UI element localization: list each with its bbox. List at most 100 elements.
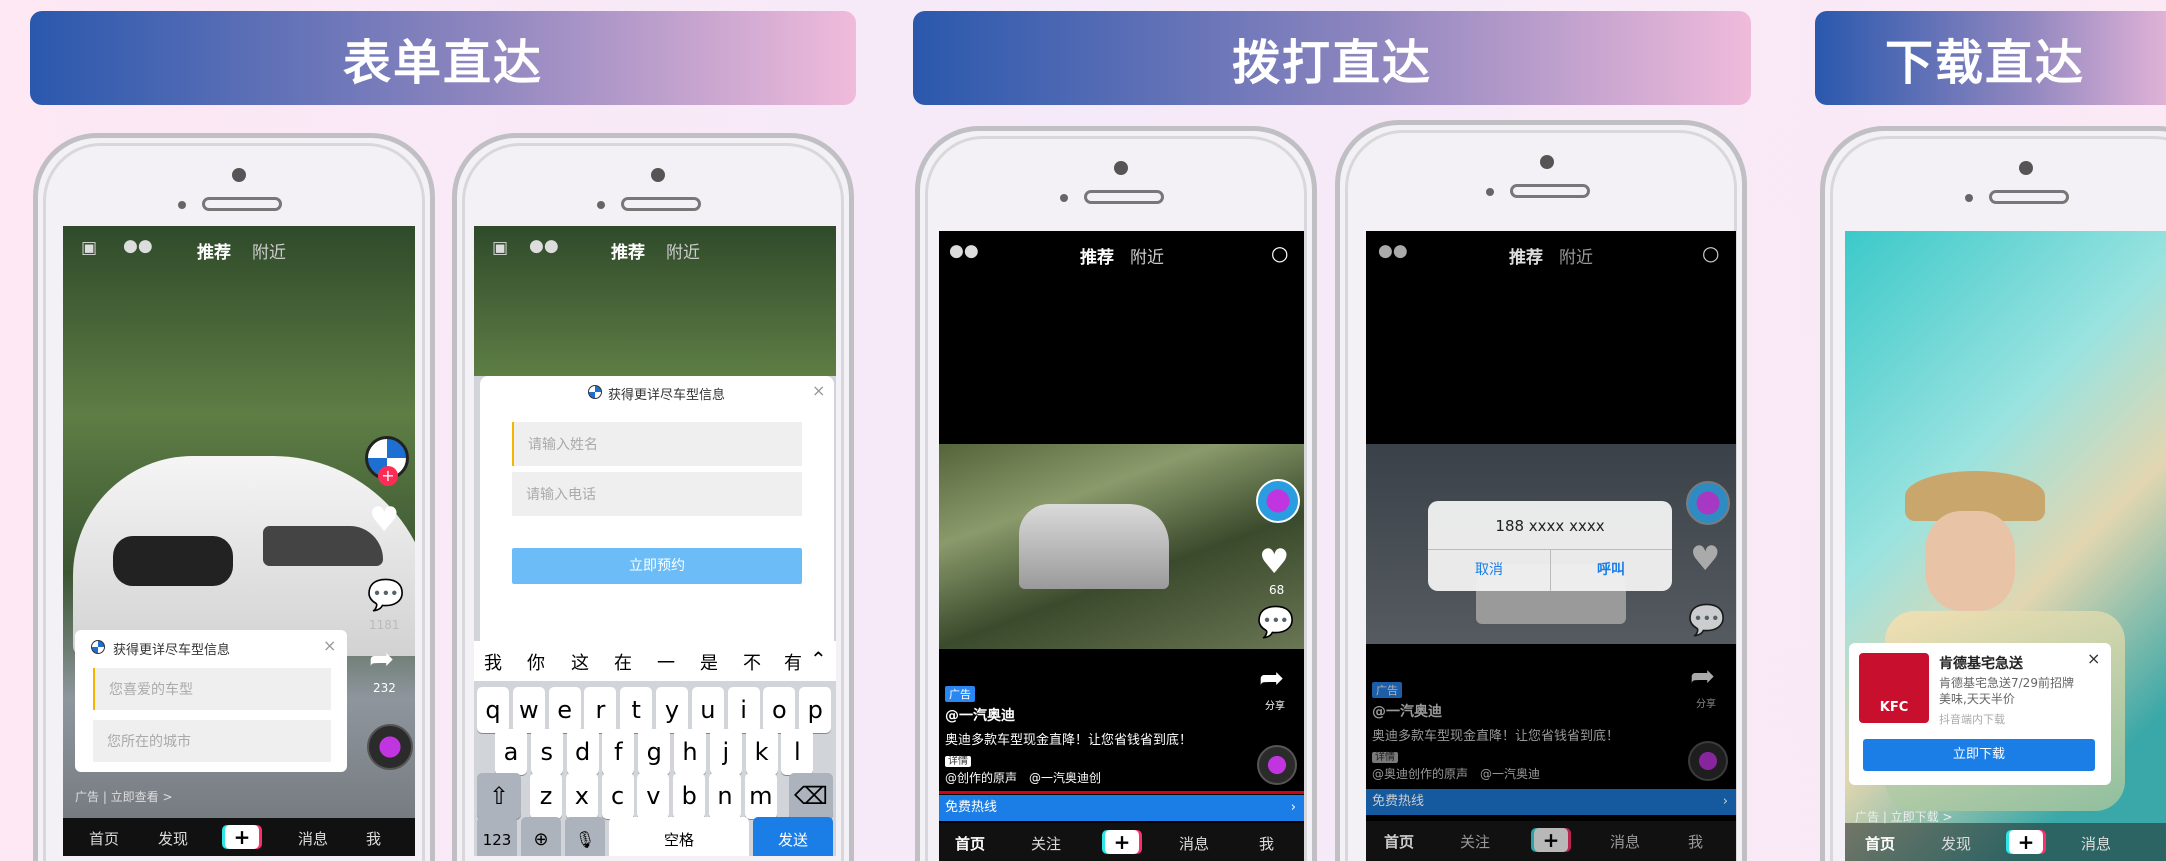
key-f[interactable]: f xyxy=(602,729,635,775)
comment-icon[interactable]: 💬 xyxy=(1257,605,1294,640)
nav-home[interactable]: 首页 xyxy=(89,828,119,849)
close-icon[interactable]: × xyxy=(323,636,336,655)
key-u[interactable]: u xyxy=(691,687,724,733)
music-disc-icon[interactable] xyxy=(1257,745,1297,785)
nav-me[interactable]: 我 xyxy=(366,828,381,849)
close-icon[interactable]: × xyxy=(2087,649,2100,668)
send-key[interactable]: 发送 xyxy=(753,817,833,856)
create-plus-button[interactable]: + xyxy=(1534,828,1568,852)
space-key[interactable]: 空格 xyxy=(609,817,749,856)
key-o[interactable]: o xyxy=(763,687,796,733)
ad-line[interactable]: 广告 | 立即查看 > xyxy=(75,788,173,805)
key-q[interactable]: q xyxy=(477,687,509,733)
backspace-key[interactable]: ⌫ xyxy=(789,773,833,819)
close-icon[interactable]: × xyxy=(812,381,825,400)
nav-home[interactable]: 首页 xyxy=(1865,833,1895,854)
share-icon[interactable]: ➦ xyxy=(369,642,394,677)
like-icon[interactable]: ♥ xyxy=(1690,541,1720,577)
live-icon[interactable]: ●● xyxy=(949,241,979,261)
camera-icon[interactable]: ▣ xyxy=(81,238,97,258)
tab-recommend[interactable]: 推荐 xyxy=(1080,243,1114,268)
key-b[interactable]: b xyxy=(673,773,706,819)
shift-key[interactable]: ⇧ xyxy=(477,773,521,819)
create-plus-button[interactable]: + xyxy=(225,825,259,849)
key-v[interactable]: v xyxy=(637,773,670,819)
numbers-key[interactable]: 123 xyxy=(477,817,517,856)
key-z[interactable]: z xyxy=(530,773,562,819)
download-button[interactable]: 立即下载 xyxy=(1863,739,2095,771)
like-icon[interactable]: ♥ xyxy=(1259,544,1289,580)
nav-messages[interactable]: 消息 xyxy=(1179,833,1209,854)
call-button[interactable]: 呼叫 xyxy=(1550,559,1672,579)
comment-icon[interactable]: 💬 xyxy=(367,578,404,613)
account-name[interactable]: @一汽奥迪 xyxy=(1372,701,1442,721)
phone-field[interactable]: 请输入电话 xyxy=(512,472,802,516)
avatar[interactable] xyxy=(1256,479,1300,523)
tab-nearby[interactable]: 附近 xyxy=(1130,243,1164,268)
key-d[interactable]: d xyxy=(566,729,599,775)
cancel-button[interactable]: 取消 xyxy=(1428,559,1550,579)
music-line[interactable]: @创作的原声 @一汽奥迪创 xyxy=(945,769,1101,786)
key-p[interactable]: p xyxy=(799,687,832,733)
tab-nearby[interactable]: 附近 xyxy=(666,238,700,263)
key-h[interactable]: h xyxy=(674,729,706,775)
key-k[interactable]: k xyxy=(745,729,778,775)
live-icon[interactable]: ●● xyxy=(1378,241,1408,261)
key-c[interactable]: c xyxy=(601,773,634,819)
music-line[interactable]: @奥迪创作的原声 @一汽奥迪 xyxy=(1372,765,1540,782)
create-plus-button[interactable]: + xyxy=(2009,830,2043,854)
car-model-field[interactable]: 您喜爱的车型 xyxy=(93,668,331,710)
create-plus-button[interactable]: + xyxy=(1105,830,1139,854)
key-y[interactable]: y xyxy=(656,687,688,733)
account-name[interactable]: @一汽奥迪 xyxy=(945,705,1015,725)
key-s[interactable]: s xyxy=(530,729,563,775)
nav-discover[interactable]: 发现 xyxy=(158,828,188,849)
share-icon[interactable]: ➦ xyxy=(1259,661,1284,696)
microphone-icon[interactable]: 🎙 xyxy=(565,817,605,856)
collapse-icon[interactable]: ⌃ xyxy=(810,647,827,671)
candidate-item[interactable]: 有 xyxy=(784,649,802,675)
camera-icon[interactable]: ▣ xyxy=(492,238,508,258)
candidate-item[interactable]: 一 xyxy=(657,649,675,675)
key-r[interactable]: r xyxy=(584,687,617,733)
tab-recommend[interactable]: 推荐 xyxy=(197,238,231,263)
detail-badge[interactable]: 详情 xyxy=(945,749,971,768)
avatar[interactable] xyxy=(1686,481,1730,525)
key-t[interactable]: t xyxy=(620,687,653,733)
candidate-item[interactable]: 在 xyxy=(614,649,632,675)
key-e[interactable]: e xyxy=(548,687,581,733)
comment-icon[interactable]: 💬 xyxy=(1688,603,1725,638)
key-x[interactable]: x xyxy=(565,773,598,819)
search-icon[interactable]: ○ xyxy=(1271,241,1288,265)
submit-button[interactable]: 立即预约 xyxy=(512,548,802,584)
nav-messages[interactable]: 消息 xyxy=(1610,831,1640,852)
tab-recommend[interactable]: 推荐 xyxy=(611,238,645,263)
music-disc-icon[interactable] xyxy=(367,724,413,770)
hotline-bar[interactable]: 免费热线 › xyxy=(939,795,1304,821)
nav-messages[interactable]: 消息 xyxy=(2081,833,2111,854)
key-a[interactable]: a xyxy=(495,729,527,775)
key-j[interactable]: j xyxy=(709,729,742,775)
follow-plus-icon[interactable]: + xyxy=(378,466,398,486)
candidate-item[interactable]: 这 xyxy=(571,649,589,675)
nav-discover[interactable]: 发现 xyxy=(1941,833,1971,854)
nav-home[interactable]: 首页 xyxy=(1384,831,1414,852)
nav-home[interactable]: 首页 xyxy=(955,833,985,854)
candidate-item[interactable]: 是 xyxy=(700,649,718,675)
nav-messages[interactable]: 消息 xyxy=(298,828,328,849)
key-m[interactable]: m xyxy=(744,773,777,819)
nav-me[interactable]: 我 xyxy=(1688,831,1703,852)
candidate-item[interactable]: 我 xyxy=(484,649,502,675)
detail-badge[interactable]: 详情 xyxy=(1372,745,1398,764)
key-n[interactable]: n xyxy=(709,773,741,819)
share-icon[interactable]: ➦ xyxy=(1690,659,1715,694)
city-field[interactable]: 您所在的城市 xyxy=(93,720,331,762)
nav-follow[interactable]: 关注 xyxy=(1031,833,1061,854)
tab-recommend[interactable]: 推荐 xyxy=(1509,243,1543,268)
candidate-item[interactable]: 你 xyxy=(527,649,545,675)
like-icon[interactable]: ♥ xyxy=(369,502,399,538)
nav-me[interactable]: 我 xyxy=(1259,833,1274,854)
tab-nearby[interactable]: 附近 xyxy=(1559,243,1593,268)
key-l[interactable]: l xyxy=(781,729,814,775)
globe-icon[interactable]: ⊕ xyxy=(521,817,561,856)
